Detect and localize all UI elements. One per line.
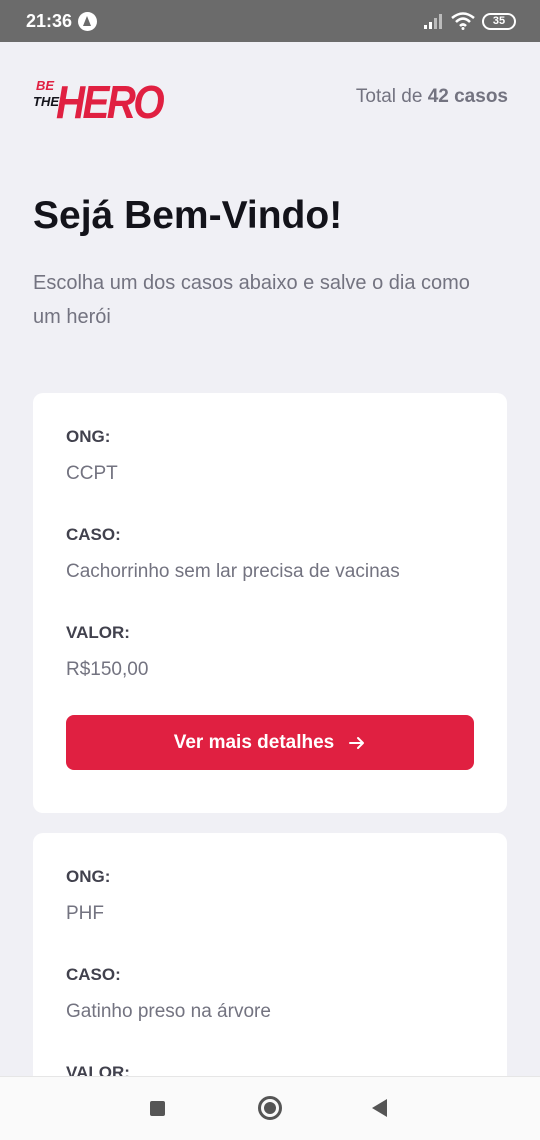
page-title: Sejá Bem-Vindo! — [33, 194, 343, 237]
incident-card: ONG: CCPT CASO: Cachorrinho sem lar prec… — [33, 393, 507, 813]
details-button[interactable]: Ver mais detalhes — [66, 715, 474, 770]
total-cases: Total de 42 casos — [356, 86, 508, 108]
back-button[interactable] — [372, 1099, 387, 1117]
ong-label: ONG: — [66, 427, 111, 446]
wifi-icon — [451, 12, 475, 30]
svg-text:HERO: HERO — [56, 76, 164, 126]
app-notification-icon — [78, 12, 97, 31]
caso-value: Gatinho preso na árvore — [66, 1001, 271, 1022]
status-bar: 21:36 35 — [0, 0, 540, 42]
status-time: 21:36 — [26, 11, 73, 31]
caso-label: CASO: — [66, 525, 121, 544]
recents-button[interactable] — [150, 1101, 165, 1116]
ong-value: CCPT — [66, 463, 118, 484]
signal-icon — [424, 14, 442, 29]
header: BE THE HERO Total de 42 casos — [32, 66, 508, 126]
ong-label: ONG: — [66, 867, 111, 886]
arrow-right-icon — [349, 736, 365, 749]
incident-card: ONG: PHF CASO: Gatinho preso na árvore V… — [33, 833, 507, 1076]
system-nav-bar — [0, 1076, 540, 1140]
battery-icon: 35 — [482, 13, 516, 30]
caso-value: Cachorrinho sem lar precisa de vacinas — [66, 561, 400, 582]
total-prefix: Total de — [355, 86, 428, 107]
caso-label: CASO: — [66, 965, 121, 984]
svg-text:BE: BE — [36, 78, 54, 93]
total-count: 42 casos — [427, 86, 508, 107]
main-content[interactable]: BE THE HERO Total de 42 casos Sejá Bem-V… — [0, 42, 540, 1076]
valor-label: VALOR: — [66, 623, 130, 642]
valor-label: VALOR: — [66, 1063, 130, 1076]
be-the-hero-logo: BE THE HERO — [33, 76, 164, 126]
details-button-label: Ver mais detalhes — [173, 731, 335, 753]
ong-value: PHF — [66, 903, 104, 924]
valor-value: R$150,00 — [66, 659, 149, 680]
home-button[interactable] — [258, 1096, 282, 1120]
page-subtitle: Escolha um dos casos abaixo e salve o di… — [33, 272, 470, 328]
